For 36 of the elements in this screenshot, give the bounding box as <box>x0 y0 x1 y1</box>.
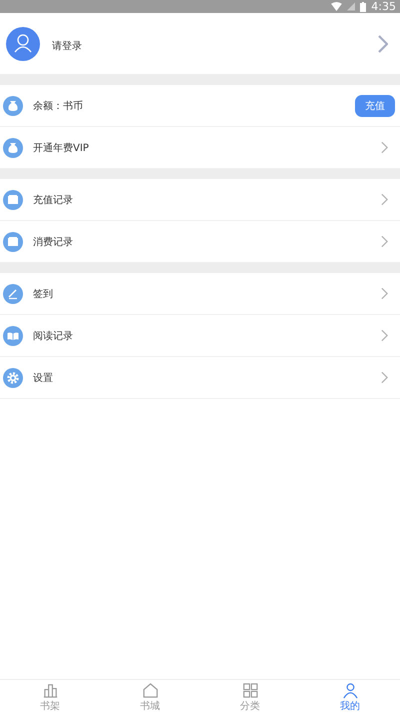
menu-label: 充值记录 <box>33 194 74 206</box>
login-label: 请登录 <box>52 40 83 53</box>
chevron-right-icon <box>381 329 388 342</box>
menu-label: 开通年费VIP <box>33 142 90 154</box>
chevron-right-icon <box>381 371 388 384</box>
menu-label: 消费记录 <box>33 236 74 248</box>
menu-label: 阅读记录 <box>33 330 74 342</box>
person-icon <box>342 682 358 699</box>
chevron-right-icon <box>381 193 388 206</box>
chevron-right-icon <box>381 287 388 300</box>
menu-item[interactable]: 设置 <box>0 357 400 399</box>
chevron-right-icon <box>381 235 388 248</box>
receipt-icon <box>3 232 23 252</box>
menu-item[interactable]: 充值记录 <box>0 179 400 221</box>
menu-item[interactable]: 余额：书币 充值 <box>0 85 400 127</box>
chevron-right-icon <box>381 141 388 154</box>
wifi-icon <box>331 2 342 11</box>
menu-item[interactable]: 签到 <box>0 273 400 315</box>
avatar-icon <box>6 27 40 61</box>
home-icon <box>142 682 158 699</box>
money-bag-icon <box>3 96 23 116</box>
gear-icon <box>3 368 23 388</box>
receipt-icon <box>3 190 23 210</box>
menu-label: 余额：书币 <box>33 100 84 112</box>
status-time: 4:35 <box>371 0 396 13</box>
menu-label: 签到 <box>33 288 54 300</box>
grid-icon <box>242 682 258 699</box>
chevron-right-icon <box>378 35 388 53</box>
book-icon <box>3 326 23 346</box>
money-bag-icon <box>3 138 23 158</box>
bookshelf-icon <box>42 682 58 699</box>
pen-icon <box>3 284 23 304</box>
menu-label: 设置 <box>33 372 54 384</box>
menu-item[interactable]: 阅读记录 <box>0 315 400 357</box>
signal-icon <box>347 2 356 11</box>
tab[interactable]: 我的 <box>300 680 400 715</box>
